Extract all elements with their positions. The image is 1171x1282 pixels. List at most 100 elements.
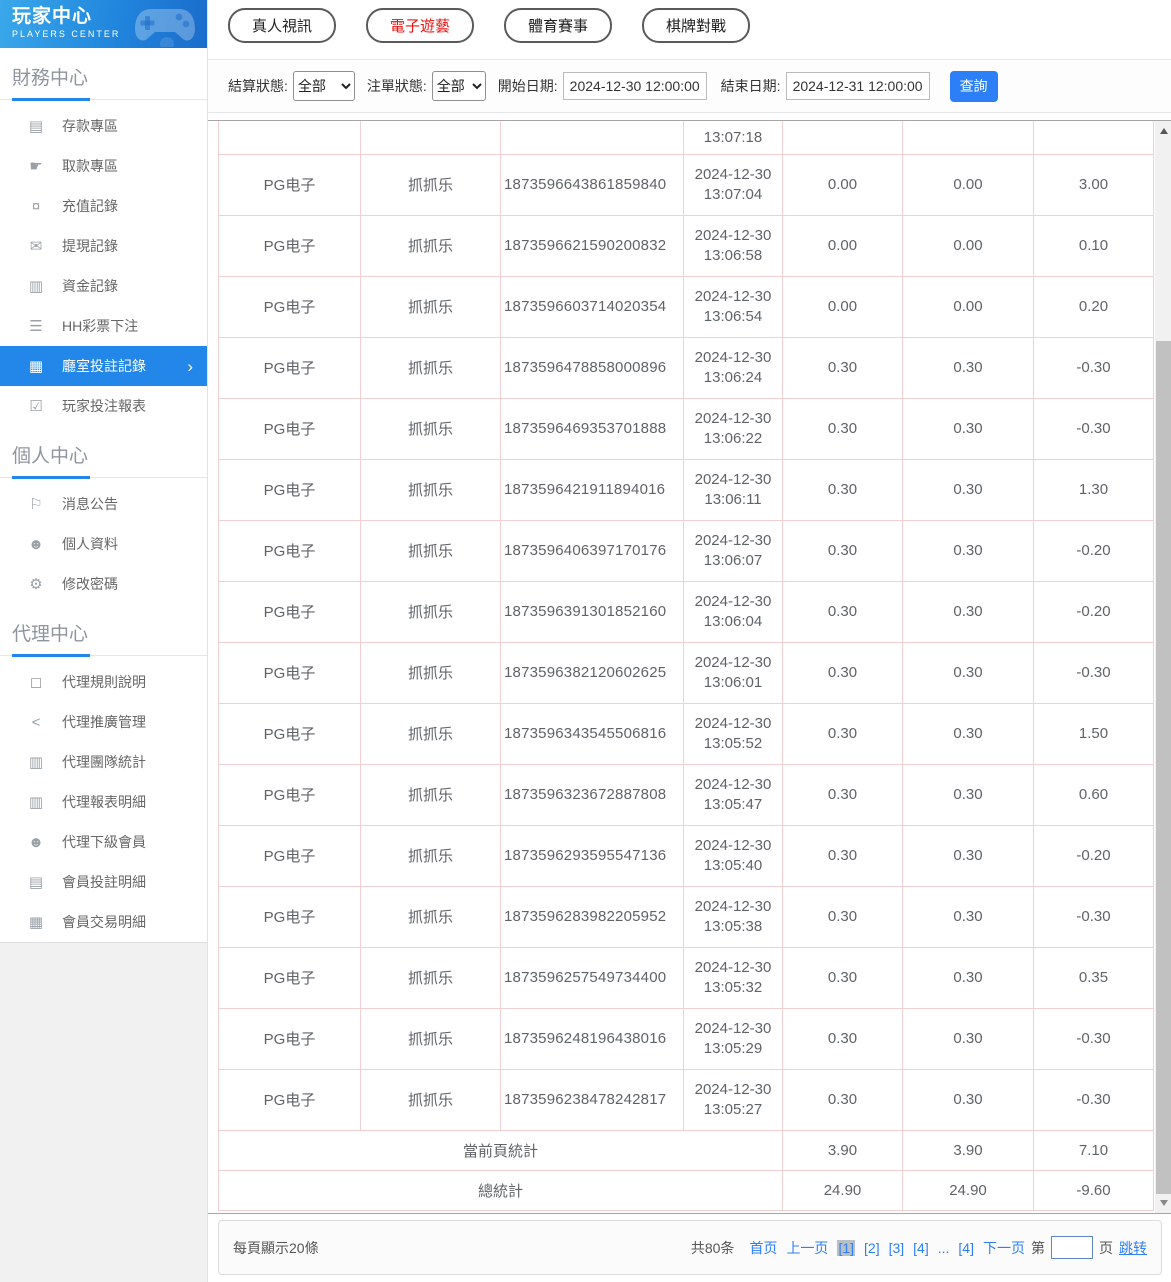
page-link[interactable]: 上一页 — [786, 1240, 828, 1256]
start-date-input[interactable] — [563, 72, 707, 100]
sidebar-item[interactable]: ⚐消息公告 — [0, 484, 207, 524]
sidebar-item-label: 資金記錄 — [62, 276, 118, 296]
page-link[interactable]: [3] — [889, 1240, 905, 1256]
sidebar-item[interactable]: ☻個人資料 — [0, 524, 207, 564]
sidebar-item[interactable]: ☻代理下級會員 — [0, 822, 207, 862]
cell-platform: PG电子 — [219, 764, 361, 825]
cell-order-no: 1873596478858000896 — [501, 337, 684, 398]
page-link[interactable]: [4] — [913, 1240, 929, 1256]
filterbar: 結算狀態: 全部 注單狀態: 全部 開始日期: 結束日期: 查詢 — [208, 60, 1171, 113]
page-links: 首页上一页 [1] [2] [3] [4]... [4] 下一页 — [740, 1238, 1025, 1258]
cell-winloss: -0.30 — [1034, 886, 1154, 947]
cell-datetime: 2024-12-3013:06:07 — [684, 520, 783, 581]
summary-value: -9.60 — [1034, 1170, 1154, 1210]
profile-person-icon: ☻ — [26, 536, 46, 553]
page-jump-input[interactable] — [1051, 1236, 1093, 1259]
cell-date: 2024-12-30 — [686, 226, 780, 246]
jump-suffix-text: 页 — [1099, 1238, 1113, 1258]
scrollbar-thumb[interactable] — [1156, 341, 1171, 1194]
table-row: PG电子抓抓乐18735962839822059522024-12-3013:0… — [219, 886, 1154, 947]
page-link[interactable]: [4] — [958, 1240, 974, 1256]
cell-game: 抓抓乐 — [361, 459, 501, 520]
cell-platform: PG电子 — [219, 154, 361, 215]
triangle-up-icon — [1160, 128, 1168, 134]
category-tab[interactable]: 電子遊藝 — [366, 8, 474, 43]
sidebar-item-label: HH彩票下注 — [62, 316, 138, 336]
summary-row: 當前頁統計3.903.907.10 — [219, 1130, 1154, 1170]
table-row: PG电子抓抓乐18735966438618598402024-12-3013:0… — [219, 154, 1154, 215]
agent-promo-share-icon: < — [26, 714, 46, 731]
page-link: ... — [938, 1240, 950, 1256]
sidebar-item-label: 充值記錄 — [62, 196, 118, 216]
sidebar-item[interactable]: ▦會員交易明細 — [0, 902, 207, 942]
sidebar-item[interactable]: ⚙修改密碼 — [0, 564, 207, 604]
table-row: PG电子抓抓乐18735963913018521602024-12-3013:0… — [219, 581, 1154, 642]
cell-valid: 0.30 — [903, 581, 1034, 642]
recharge-record-icon: ¤ — [26, 198, 46, 215]
cell-order-no: 1873596248196438016 — [501, 1008, 684, 1069]
cell-winloss: 3.00 — [1034, 154, 1154, 215]
cell-valid: 0.30 — [903, 825, 1034, 886]
cell-game: 抓抓乐 — [361, 764, 501, 825]
category-tab[interactable]: 真人視訊 — [228, 8, 336, 43]
cell-valid: 0.30 — [903, 459, 1034, 520]
category-tab[interactable]: 棋牌對戰 — [642, 8, 750, 43]
settle-status-select[interactable]: 全部 — [293, 71, 355, 101]
cell-winloss: -0.30 — [1034, 337, 1154, 398]
cell-valid: 0.30 — [903, 642, 1034, 703]
pagination-controls: 共80条 首页上一页[1][2][3][4]...[4]下一页 第 页 跳转 — [685, 1236, 1147, 1259]
order-status-select[interactable]: 全部 — [432, 71, 486, 101]
sidebar-item[interactable]: ▥代理團隊統計 — [0, 742, 207, 782]
sidebar-item[interactable]: ▤存款專區 — [0, 106, 207, 146]
cell-platform: PG电子 — [219, 215, 361, 276]
sidebar-item[interactable]: ☑玩家投注報表 — [0, 386, 207, 426]
page-link[interactable]: [1] — [837, 1240, 855, 1256]
sidebar-item[interactable]: ▤會員投註明細 — [0, 862, 207, 902]
sidebar-item-label: 代理規則說明 — [62, 672, 146, 692]
sidebar-item[interactable]: ☛取款專區 — [0, 146, 207, 186]
agent-team-stats-icon: ▥ — [26, 753, 46, 771]
scroll-up-arrow-button[interactable] — [1155, 123, 1171, 139]
cell-date: 2024-12-30 — [686, 897, 780, 917]
cell-order-no: 1873596621590200832 — [501, 215, 684, 276]
table-row: PG电子抓抓乐18735962575497344002024-12-3013:0… — [219, 947, 1154, 1008]
sidebar-item[interactable]: ¤ 充值記錄 — [0, 186, 207, 226]
table-row: PG电子抓抓乐18735966037140203542024-12-3013:0… — [219, 276, 1154, 337]
cell-bet: 0.30 — [783, 337, 903, 398]
page-link[interactable]: 首页 — [749, 1240, 777, 1256]
sidebar-item[interactable]: ▥資金記錄 — [0, 266, 207, 306]
table-scrollbar[interactable] — [1155, 121, 1171, 1213]
cell-order-no: 1873596238478242817 — [501, 1069, 684, 1130]
cell-date: 2024-12-30 — [686, 409, 780, 429]
sidebar-item[interactable]: ◻代理規則說明 — [0, 662, 207, 702]
cell-valid: 0.00 — [903, 154, 1034, 215]
cell-order-no: 1873596382120602625 — [501, 642, 684, 703]
cell-game: 抓抓乐 — [361, 1069, 501, 1130]
category-tab[interactable]: 體育賽事 — [504, 8, 612, 43]
cashout-record-icon: ✉ — [26, 237, 46, 255]
cell-time: 13:05:52 — [686, 734, 780, 754]
cell-winloss: 0.60 — [1034, 764, 1154, 825]
cell-time: 13:06:54 — [686, 307, 780, 327]
sidebar-item[interactable]: <代理推廣管理 — [0, 702, 207, 742]
page-link[interactable]: 下一页 — [983, 1240, 1025, 1256]
cell-datetime: 2024-12-3013:07:04 — [684, 154, 783, 215]
cell-date: 2024-12-30 — [686, 287, 780, 307]
agent-report-detail-icon: ▥ — [26, 793, 46, 811]
sidebar-item[interactable]: ✉提現記錄 — [0, 226, 207, 266]
start-date-label: 開始日期: — [498, 76, 558, 96]
page-link[interactable]: [2] — [864, 1240, 880, 1256]
end-date-input[interactable] — [786, 72, 930, 100]
sidebar-item[interactable]: ▥代理報表明細 — [0, 782, 207, 822]
sidebar-item[interactable]: ☰HH彩票下注 — [0, 306, 207, 346]
sidebar-item[interactable]: ▦廳室投註記錄› — [0, 346, 207, 386]
cell-bet: 0.30 — [783, 703, 903, 764]
scroll-down-arrow-button[interactable] — [1155, 1195, 1171, 1211]
app-logo: 玩家中心 PLAYERS CENTER — [0, 0, 207, 48]
triangle-down-icon — [1160, 1200, 1168, 1206]
cell-platform: PG电子 — [219, 459, 361, 520]
cell-order-no: 1873596643861859840 — [501, 154, 684, 215]
query-button[interactable]: 查詢 — [950, 71, 998, 102]
jump-button[interactable]: 跳转 — [1119, 1238, 1147, 1258]
member-transaction-icon: ▦ — [26, 913, 46, 931]
